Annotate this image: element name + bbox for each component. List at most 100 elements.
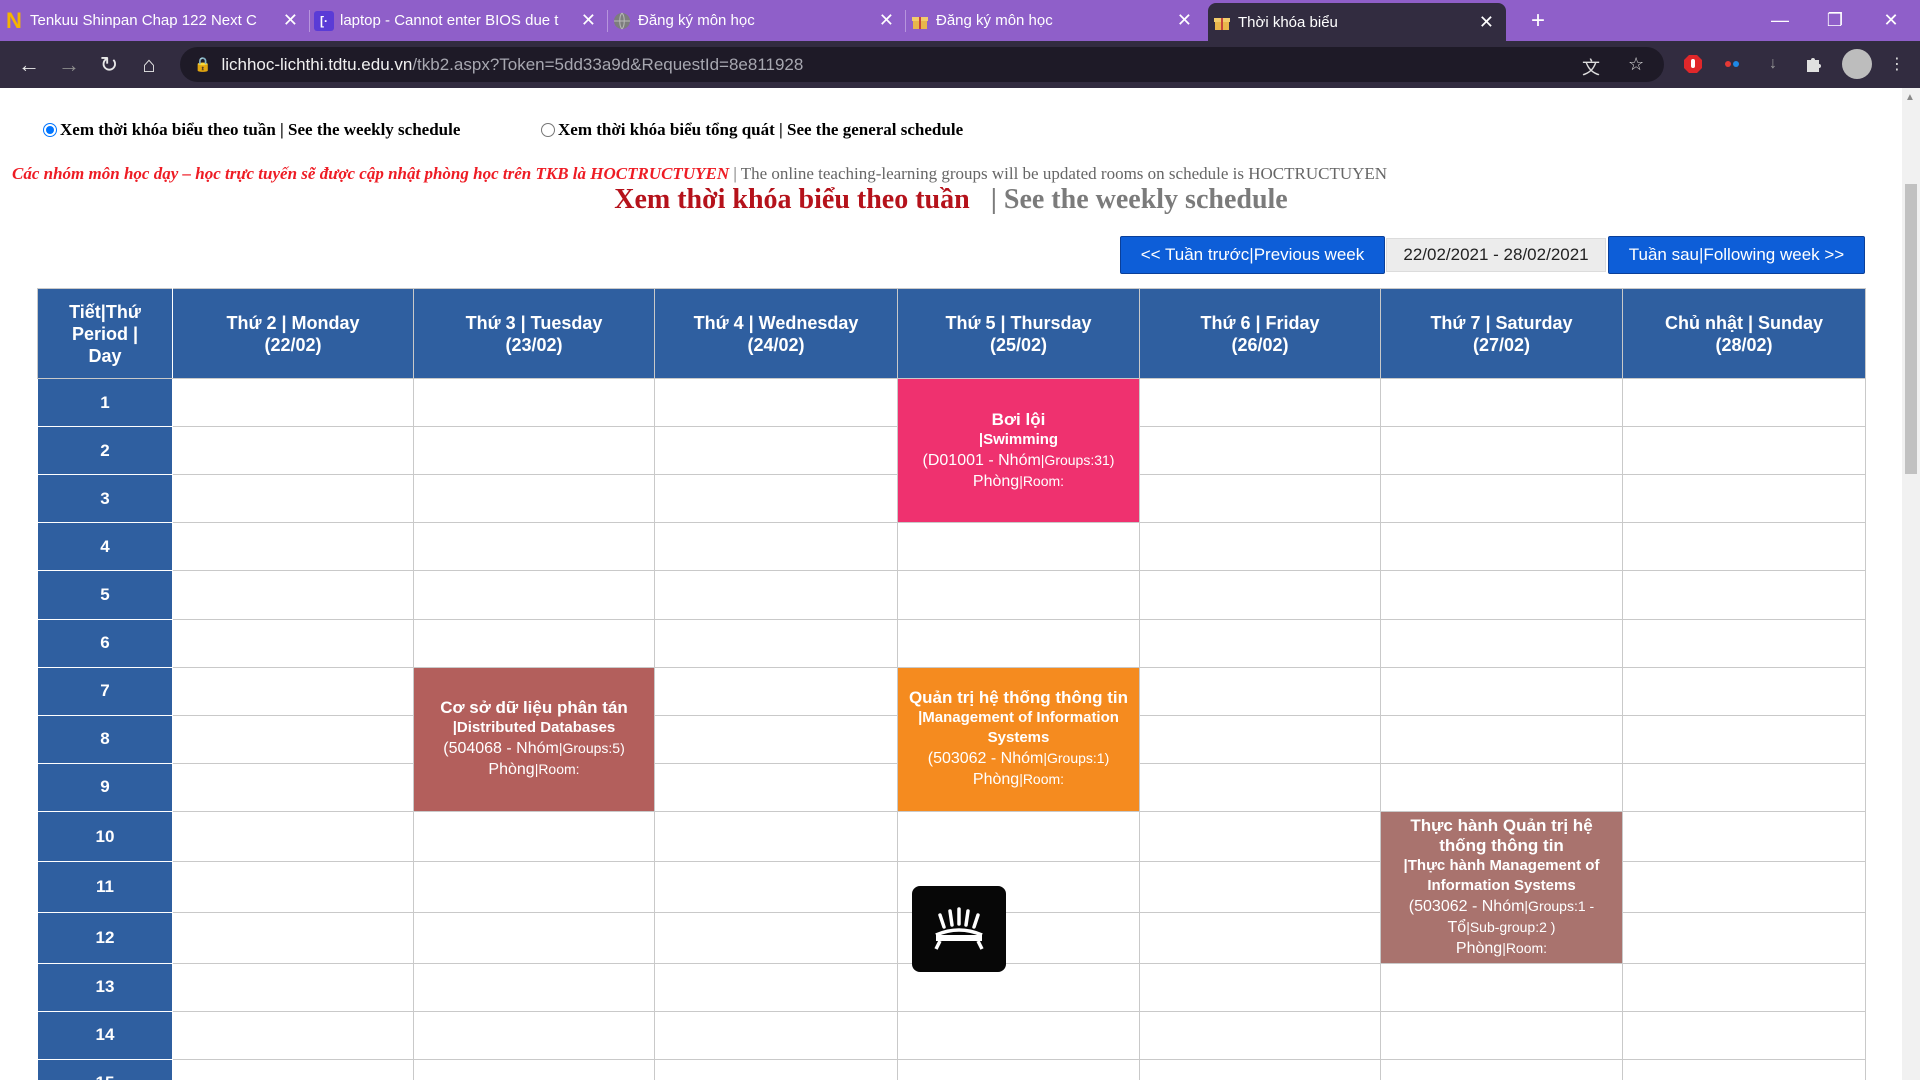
- empty-slot: [172, 377, 414, 428]
- empty-slot: [654, 377, 898, 428]
- close-window-button[interactable]: ✕: [1868, 0, 1914, 41]
- forward-button[interactable]: →: [53, 49, 85, 81]
- empty-slot: [1380, 522, 1623, 572]
- online-class-notice: Các nhóm môn học dạy – học trực tuyến sẽ…: [12, 164, 1387, 184]
- bookmark-star-icon[interactable]: ☆: [1628, 54, 1644, 75]
- page-scrollbar[interactable]: ▲: [1902, 88, 1920, 1080]
- day-date: (23/02): [505, 334, 563, 355]
- empty-slot: [1139, 522, 1381, 572]
- class-group: (503062 - Nhóm|Groups:1 -: [1385, 896, 1618, 917]
- empty-slot: [897, 810, 1140, 863]
- browser-tab-0[interactable]: N Tenkuu Shinpan Chap 122 Next C ✕: [0, 0, 310, 41]
- general-radio-label[interactable]: Xem thời khóa biểu tổng quát | See the g…: [558, 120, 963, 140]
- class-group: (504068 - Nhóm|Groups:5): [418, 738, 650, 759]
- period-number: 12: [37, 911, 173, 964]
- empty-slot: [413, 810, 655, 863]
- browser-tab-2[interactable]: Đăng ký môn học ✕: [608, 0, 906, 41]
- browser-tab-1[interactable]: [· laptop - Cannot enter BIOS due t ✕: [310, 0, 608, 41]
- room-value: |Room:: [1019, 771, 1065, 788]
- empty-slot: [1380, 1058, 1623, 1080]
- empty-slot: [654, 911, 898, 964]
- empty-slot: [897, 618, 1140, 668]
- empty-slot: [654, 861, 898, 913]
- class-block-thursday[interactable]: Quản trị hệ thống thông tin |Management o…: [897, 666, 1140, 812]
- menu-kebab-icon[interactable]: ⋮: [1884, 51, 1910, 77]
- new-tab-button[interactable]: +: [1523, 6, 1553, 36]
- period-row: 15: [37, 1058, 1866, 1080]
- empty-slot: [1139, 714, 1381, 764]
- day-header-thursday: Thứ 5 | Thursday (25/02): [897, 288, 1140, 379]
- reload-button[interactable]: ↻: [93, 49, 125, 81]
- tab-title: Thời khóa biểu: [1238, 13, 1338, 31]
- close-tab-icon[interactable]: ✕: [283, 10, 298, 31]
- profile-avatar[interactable]: [1842, 49, 1872, 79]
- class-name-vn: Thực hành Quản trị hệ thống thông tin: [1410, 815, 1593, 855]
- close-tab-icon[interactable]: ✕: [1479, 12, 1494, 33]
- restore-button[interactable]: ❐: [1812, 0, 1858, 41]
- weekly-radio[interactable]: [43, 123, 57, 137]
- browser-toolbar: ← → ↻ ⌂ 🔒 lichhoc-lichthi.tdtu.edu.vn/tk…: [0, 41, 1920, 88]
- close-tab-icon[interactable]: ✕: [581, 10, 596, 31]
- empty-slot: [654, 762, 898, 812]
- period-number: 15: [37, 1058, 173, 1080]
- corner-label-line: Day: [88, 345, 122, 366]
- period-row: 14: [37, 1010, 1866, 1060]
- day-name: Thứ 3 | Tuesday: [465, 312, 603, 333]
- previous-week-button[interactable]: << Tuần trước|Previous week: [1120, 236, 1385, 274]
- day-header-saturday: Thứ 7 | Saturday (27/02): [1380, 288, 1623, 379]
- general-radio[interactable]: [541, 123, 555, 137]
- empty-slot: [1622, 762, 1866, 812]
- empty-slot: [654, 474, 898, 524]
- browser-tab-3[interactable]: Đăng ký môn học ✕: [906, 0, 1204, 41]
- period-number: 7: [37, 666, 173, 716]
- address-bar[interactable]: 🔒 lichhoc-lichthi.tdtu.edu.vn/tkb2.aspx?…: [180, 47, 1664, 82]
- adblock-extension-icon[interactable]: [1680, 51, 1706, 77]
- empty-slot: [413, 1010, 655, 1060]
- class-block-saturday[interactable]: Thực hành Quản trị hệ thống thông tin |Th…: [1380, 810, 1623, 964]
- day-header-friday: Thứ 6 | Friday (26/02): [1139, 288, 1381, 379]
- empty-slot: [1139, 762, 1381, 812]
- download-arrow-icon[interactable]: ↓: [1760, 51, 1786, 77]
- back-button[interactable]: ←: [13, 49, 45, 81]
- empty-slot: [172, 762, 414, 812]
- weekly-view-option[interactable]: Xem thời khóa biểu theo tuần | See the w…: [43, 120, 460, 140]
- empty-slot: [654, 666, 898, 716]
- scroll-up-arrow-icon[interactable]: ▲: [1905, 92, 1915, 103]
- class-block-tuesday[interactable]: Cơ sở dữ liệu phân tán |Distributed Datab…: [413, 666, 655, 812]
- home-button[interactable]: ⌂: [133, 49, 165, 81]
- weekly-radio-label[interactable]: Xem thời khóa biểu theo tuần | See the w…: [60, 120, 460, 140]
- empty-slot: [1622, 861, 1866, 913]
- minimize-button[interactable]: —: [1757, 0, 1803, 41]
- empty-slot: [897, 570, 1140, 620]
- class-block-thursday[interactable]: Bơi lội |Swimming (D01001 - Nhóm|Groups:31…: [897, 377, 1140, 524]
- period-row: 5: [37, 570, 1866, 620]
- subgroup-label: Tổ: [1447, 918, 1467, 936]
- class-room: Phòng|Room:: [418, 759, 650, 780]
- subgroup-value: |Sub-group:2 ): [1466, 918, 1556, 935]
- color-extension-icon[interactable]: [1719, 51, 1745, 77]
- general-view-option[interactable]: Xem thời khóa biểu tổng quát | See the g…: [541, 120, 963, 140]
- empty-slot: [897, 522, 1140, 572]
- close-tab-icon[interactable]: ✕: [1177, 10, 1192, 31]
- empty-slot: [1622, 810, 1866, 863]
- close-tab-icon[interactable]: ✕: [879, 10, 894, 31]
- extensions-puzzle-icon[interactable]: [1800, 51, 1826, 77]
- corner-label-line: Tiết|Thứ: [69, 301, 141, 322]
- next-week-button[interactable]: Tuần sau|Following week >>: [1608, 236, 1865, 274]
- empty-slot: [413, 474, 655, 524]
- translate-icon[interactable]: 文: [1582, 54, 1600, 80]
- empty-slot: [172, 1058, 414, 1080]
- class-room: Phòng|Room:: [902, 769, 1135, 790]
- browser-tab-4[interactable]: Thời khóa biểu ✕: [1208, 3, 1506, 41]
- day-date: (24/02): [747, 334, 805, 355]
- scrollbar-thumb[interactable]: [1905, 184, 1917, 474]
- notice-en: | The online teaching-learning groups wi…: [729, 164, 1388, 183]
- class-code: (503062 - Nhóm: [927, 750, 1044, 768]
- class-name-vn: Quản trị hệ thống thông tin: [908, 688, 1129, 708]
- lock-icon[interactable]: 🔒: [194, 56, 211, 73]
- empty-slot: [1622, 714, 1866, 764]
- class-group: (D01001 - Nhóm|Groups:31): [902, 450, 1135, 471]
- period-row: 6: [37, 618, 1866, 668]
- day-date: (27/02): [1472, 334, 1531, 355]
- lamp-overlay-icon[interactable]: [912, 886, 1006, 972]
